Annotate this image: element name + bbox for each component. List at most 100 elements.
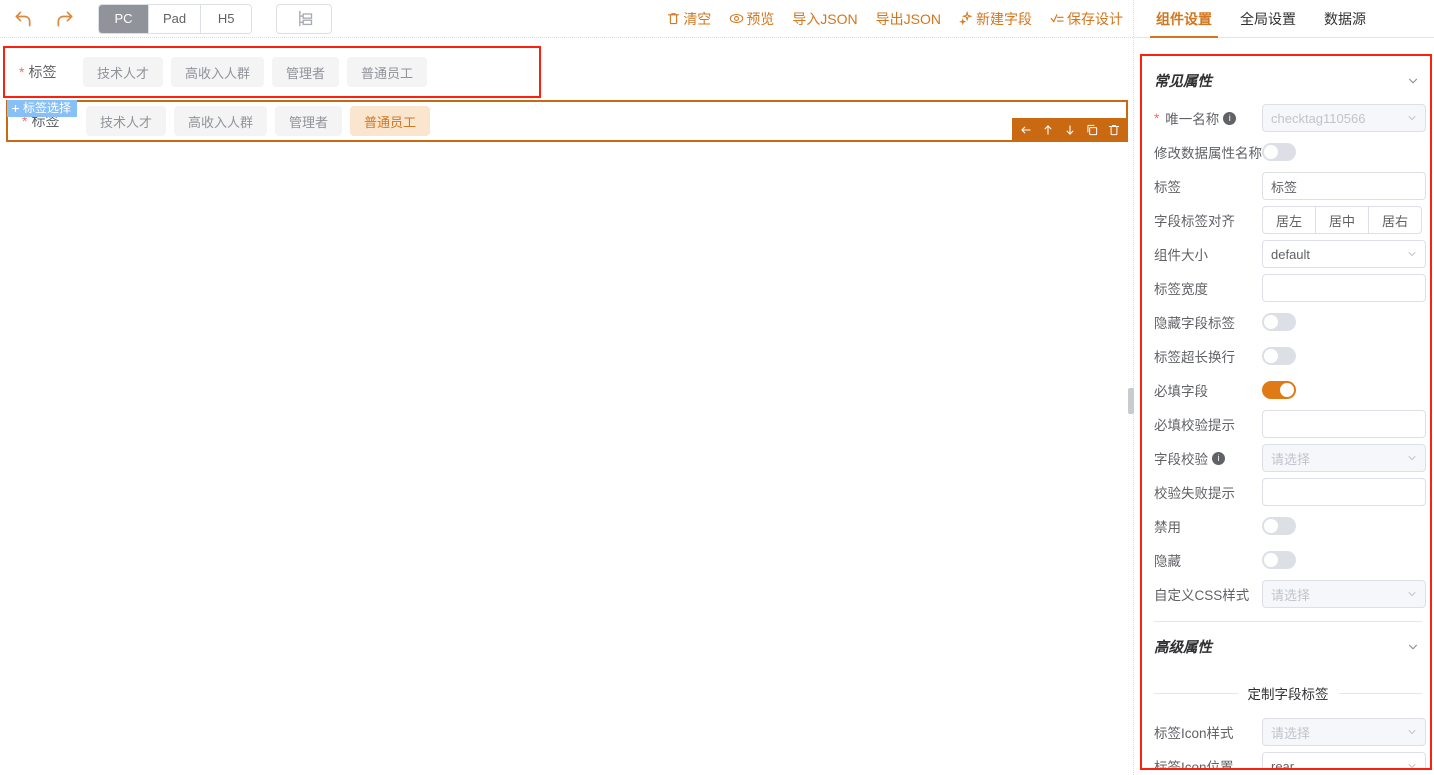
modify-data-attr-name-toggle[interactable] (1262, 143, 1296, 161)
unique-name-select[interactable]: checktag110566 (1262, 104, 1426, 132)
preview-tag-3[interactable]: 普通员工 (347, 57, 428, 87)
toggle-knob (1280, 383, 1294, 397)
label-icon-style-select[interactable]: 请选择 (1262, 718, 1426, 746)
import-json-button[interactable]: 导入JSON (792, 9, 857, 29)
align-center-button[interactable]: 居中 (1315, 206, 1369, 234)
ctl-custom-css: 请选择 (1262, 580, 1426, 608)
align-left-button[interactable]: 居左 (1262, 206, 1316, 234)
save-design-button[interactable]: 保存设计 (1050, 9, 1123, 29)
redo-button[interactable] (52, 6, 78, 32)
preview-tag-1[interactable]: 高收入人群 (171, 57, 265, 87)
ctl-label-icon-style: 请选择 (1262, 718, 1426, 746)
advanced-properties-header[interactable]: 高级属性 (1150, 622, 1426, 667)
component-size-select[interactable]: default (1262, 240, 1426, 268)
label-label: 标签 (1154, 180, 1181, 195)
move-up-icon (1044, 125, 1052, 135)
info-icon[interactable]: i (1223, 111, 1237, 125)
new-field-button[interactable]: 新建字段 (959, 9, 1032, 29)
settings-panel: 组件设置 全局设置 数据源 常见属性 * 唯一名称 i checktag1105… (1133, 0, 1434, 775)
ctl-label (1262, 172, 1426, 200)
tab-data-source[interactable]: 数据源 (1310, 0, 1380, 37)
toggle-knob (1264, 315, 1278, 329)
prop-row-component-size: 组件大小 default (1150, 237, 1426, 271)
preview-tag-2[interactable]: 管理者 (272, 57, 340, 87)
align-right-button[interactable]: 居右 (1368, 206, 1423, 234)
top-toolbar: PC Pad H5 清空 预览 导入JSON 导出JSON 新建字段 保存设计 (0, 0, 1133, 38)
label-required-field: 必填字段 (1154, 384, 1208, 399)
device-tab-pc[interactable]: PC (99, 4, 149, 33)
move-left-button[interactable] (1016, 120, 1036, 140)
label-label-icon-position: 标签Icon位置 (1154, 760, 1234, 768)
device-tab-h5[interactable]: H5 (201, 4, 252, 33)
component-tag-0[interactable]: 技术人才 (86, 106, 167, 136)
trash-icon (668, 13, 680, 25)
prop-row-custom-css: 自定义CSS样式 请选择 (1150, 577, 1426, 611)
selected-component-row[interactable]: * 标签 技术人才 高收入人群 管理者 普通员工 标签选择 (6, 100, 1128, 142)
ctl-disabled (1262, 517, 1426, 535)
preview-button[interactable]: 预览 (729, 9, 774, 29)
label-label-width: 标签宽度 (1154, 282, 1208, 297)
ctl-required-field (1262, 381, 1426, 399)
label-hidden: 隐藏 (1154, 554, 1181, 569)
component-type-badge: 标签选择 (7, 100, 78, 117)
export-json-button[interactable]: 导出JSON (876, 9, 941, 29)
prop-row-label-icon-position: 标签Icon位置 rear (1150, 749, 1426, 768)
delete-component-button[interactable] (1104, 120, 1124, 140)
component-tree-button[interactable] (276, 3, 333, 34)
ctl-label-icon-position: rear (1262, 752, 1426, 768)
label-modify-data-attr-name: 修改数据属性名称 (1154, 146, 1262, 161)
label-align-button-group: 居左 居中 居右 (1262, 206, 1423, 234)
preview-tag-0[interactable]: 技术人才 (83, 57, 164, 87)
move-up-button[interactable] (1038, 120, 1058, 140)
label-unique-name: * 唯一名称 i (1150, 108, 1262, 128)
tab-global-settings[interactable]: 全局设置 (1226, 0, 1310, 37)
move-down-icon (1066, 125, 1074, 135)
label-validation-message: 校验失败提示 (1154, 486, 1235, 501)
chevron-down-icon[interactable] (1406, 640, 1420, 654)
form-canvas[interactable]: * 标签 技术人才 高收入人群 管理者 普通员工 * 标签 技术人才 高收入人群… (0, 38, 1133, 775)
move-down-button[interactable] (1060, 120, 1080, 140)
label-width-input[interactable] (1262, 274, 1426, 302)
tab-component-settings[interactable]: 组件设置 (1142, 0, 1226, 38)
ctl-validation-message (1262, 478, 1426, 506)
undo-button[interactable] (10, 6, 36, 32)
preview-label: 预览 (746, 10, 775, 27)
ctl-label-wrap (1262, 347, 1426, 365)
label-component-size: 组件大小 (1154, 248, 1208, 263)
label-label-align: 字段标签对齐 (1154, 214, 1235, 229)
label-input[interactable] (1262, 172, 1426, 200)
eye-icon (730, 13, 744, 24)
component-tag-3[interactable]: 普通员工 (350, 106, 431, 136)
validation-message-input[interactable] (1262, 478, 1426, 506)
duplicate-button[interactable] (1082, 120, 1102, 140)
label-hide-field-label: 隐藏字段标签 (1154, 316, 1235, 331)
form-row-preview: * 标签 技术人才 高收入人群 管理者 普通员工 (5, 50, 539, 94)
info-icon[interactable]: i (1212, 451, 1225, 465)
device-tab-pad[interactable]: Pad (149, 4, 202, 33)
required-message-input[interactable] (1262, 410, 1426, 438)
delete-icon (1108, 124, 1120, 136)
chevron-down-icon (1406, 248, 1418, 260)
prop-row-label-icon-style: 标签Icon样式 请选择 (1150, 715, 1426, 749)
field-validation-select[interactable]: 请选择 (1262, 444, 1426, 472)
selected-component-inner: * 标签 技术人才 高收入人群 管理者 普通员工 标签选择 (7, 100, 1128, 142)
label-wrap-toggle[interactable] (1262, 347, 1296, 365)
custom-css-select[interactable]: 请选择 (1262, 580, 1426, 608)
preview-tag-list: 技术人才 高收入人群 管理者 普通员工 (83, 57, 428, 87)
common-properties-header[interactable]: 常见属性 (1150, 56, 1426, 101)
hidden-toggle[interactable] (1262, 551, 1296, 569)
device-switch-group: PC Pad H5 (98, 3, 253, 34)
component-tag-2[interactable]: 管理者 (275, 106, 343, 136)
prop-row-hide-field-label: 隐藏字段标签 (1150, 305, 1426, 339)
disabled-toggle[interactable] (1262, 517, 1296, 535)
hide-field-label-toggle[interactable] (1262, 313, 1296, 331)
required-field-toggle[interactable] (1262, 381, 1296, 399)
unique-name-value: checktag110566 (1271, 110, 1366, 126)
label-icon-position-select[interactable]: rear (1262, 752, 1426, 768)
label-icon-style-placeholder: 请选择 (1271, 725, 1311, 741)
panel-resize-handle[interactable] (1128, 388, 1134, 414)
component-tag-1[interactable]: 高收入人群 (174, 106, 268, 136)
clear-button[interactable]: 清空 (666, 9, 711, 29)
common-properties-title: 常见属性 (1154, 74, 1212, 90)
chevron-down-icon[interactable] (1406, 74, 1420, 88)
